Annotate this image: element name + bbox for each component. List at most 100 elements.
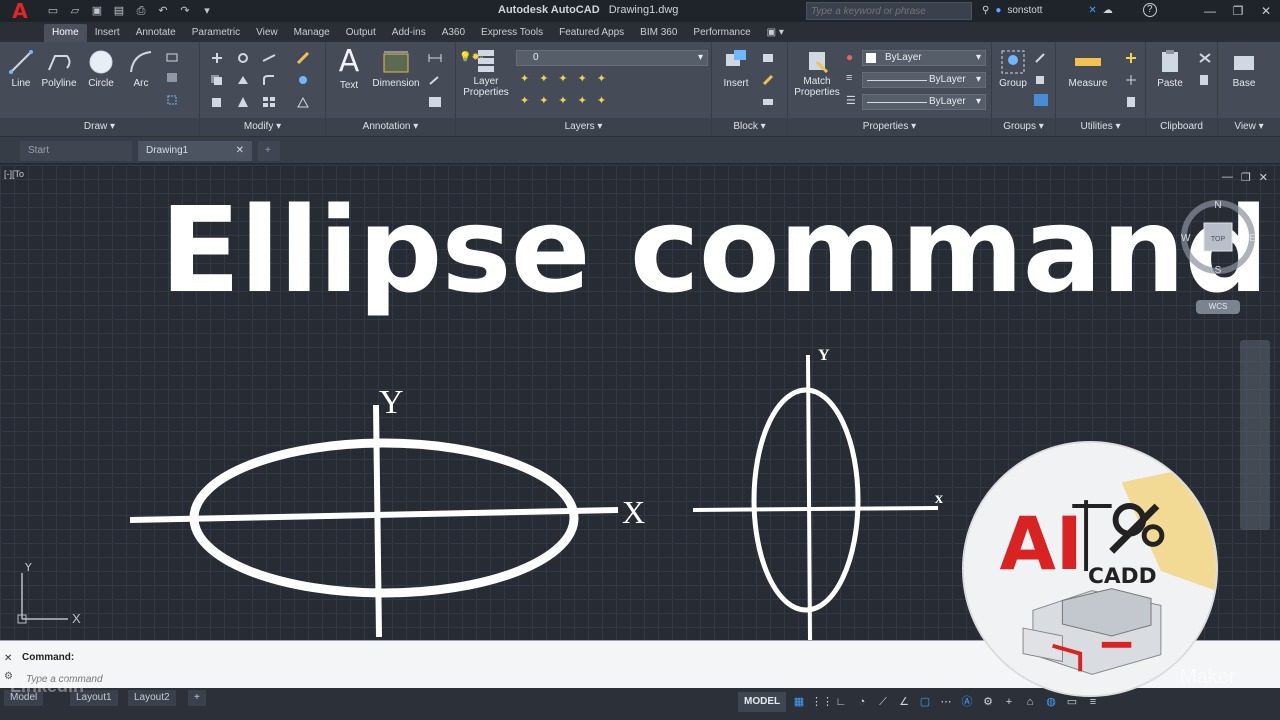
stretch-icon[interactable] bbox=[210, 96, 224, 108]
binoculars-icon[interactable]: ⚲ bbox=[982, 5, 989, 16]
linetype-icon[interactable]: ☰ bbox=[846, 94, 856, 107]
scale-icon[interactable] bbox=[236, 96, 250, 108]
command-input[interactable] bbox=[22, 671, 962, 687]
username[interactable]: sonstott bbox=[1007, 5, 1042, 16]
copy-icon[interactable] bbox=[210, 74, 224, 86]
leader-icon[interactable] bbox=[428, 74, 442, 86]
quick-select-icon[interactable] bbox=[1124, 52, 1138, 64]
open-file-icon[interactable]: ▱ bbox=[68, 4, 82, 18]
navigation-bar[interactable] bbox=[1240, 340, 1270, 530]
object-snap-icon[interactable]: ▢ bbox=[916, 692, 934, 712]
tab-home[interactable]: Home bbox=[44, 24, 87, 42]
tab-start[interactable]: Start bbox=[20, 141, 132, 161]
application-menu-button[interactable]: A bbox=[0, 0, 40, 23]
panel-layers-title[interactable]: Layers ▾ bbox=[456, 118, 711, 136]
offset-icon[interactable] bbox=[296, 96, 310, 108]
isodraft-icon[interactable]: ⟋ bbox=[874, 692, 892, 712]
lineweight-icon[interactable]: ≡ bbox=[846, 72, 852, 84]
wcs-menu-button[interactable]: WCS bbox=[1196, 300, 1240, 314]
circle-tool[interactable]: Circle bbox=[84, 48, 118, 89]
tab-a360[interactable]: A360 bbox=[434, 24, 473, 42]
panel-utilities-title[interactable]: Utilities ▾ bbox=[1056, 118, 1145, 136]
explode-icon[interactable] bbox=[296, 74, 310, 86]
line-tool[interactable]: Line bbox=[6, 48, 36, 89]
panel-view-title[interactable]: View ▾ bbox=[1218, 118, 1280, 136]
paste-tool[interactable]: Paste bbox=[1152, 48, 1188, 89]
panel-block-title[interactable]: Block ▾ bbox=[712, 118, 787, 136]
group-select-icon[interactable] bbox=[1034, 94, 1048, 106]
insert-tool[interactable]: Insert bbox=[716, 48, 756, 89]
hardware-acceleration-icon[interactable]: ◍ bbox=[1042, 692, 1060, 712]
snap-icon[interactable]: ⋮⋮ bbox=[811, 692, 833, 712]
linetype-dropdown[interactable]: ByLayer ▾ bbox=[862, 94, 986, 110]
measure-tool[interactable]: Measure bbox=[1064, 48, 1112, 89]
rectangle-icon[interactable] bbox=[166, 52, 180, 64]
color-wheel-icon[interactable]: ● bbox=[846, 50, 853, 64]
undo-icon[interactable]: ↶ bbox=[156, 4, 170, 18]
panel-groups-title[interactable]: Groups ▾ bbox=[992, 118, 1055, 136]
save-as-icon[interactable]: ▤ bbox=[112, 4, 126, 18]
tab-insert[interactable]: Insert bbox=[87, 24, 128, 42]
hatch-icon[interactable] bbox=[166, 72, 180, 84]
redo-icon[interactable]: ↷ bbox=[178, 4, 192, 18]
trim-icon[interactable] bbox=[262, 52, 276, 64]
copy-clip-icon[interactable] bbox=[1198, 74, 1212, 86]
rotate-icon[interactable] bbox=[236, 52, 250, 64]
panel-modify-title[interactable]: Modify ▾ bbox=[200, 118, 325, 136]
panel-draw-title[interactable]: Draw ▾ bbox=[0, 118, 199, 136]
ortho-icon[interactable]: ∟ bbox=[832, 692, 850, 712]
move-icon[interactable] bbox=[210, 52, 224, 64]
viewcube[interactable]: TOP N S W E bbox=[1178, 195, 1258, 275]
workspace-icon[interactable]: ⚙ bbox=[979, 692, 997, 712]
linear-dim-icon[interactable] bbox=[428, 52, 442, 64]
compass-east[interactable]: E bbox=[1249, 233, 1256, 244]
object-snap-tracking-icon[interactable]: ∠ bbox=[895, 692, 913, 712]
dimension-tool[interactable]: Dimension bbox=[370, 48, 422, 89]
a360-icon[interactable]: ☁ bbox=[1103, 5, 1113, 16]
tab-layout2[interactable]: Layout2 bbox=[128, 690, 176, 706]
annotation-visibility-icon[interactable]: Ⓐ bbox=[958, 692, 976, 712]
tab-performance[interactable]: Performance bbox=[685, 24, 758, 42]
lineweight-dropdown[interactable]: ByLayer ▾ bbox=[862, 72, 986, 88]
annotation-scale-icon[interactable]: ⋯ bbox=[937, 692, 955, 712]
plus-icon[interactable]: + bbox=[1000, 692, 1018, 712]
tab-express-tools[interactable]: Express Tools bbox=[473, 24, 551, 42]
compass-south[interactable]: S bbox=[1215, 265, 1222, 275]
array-icon[interactable] bbox=[262, 96, 276, 108]
new-file-icon[interactable]: ▭ bbox=[46, 4, 60, 18]
mirror-icon[interactable] bbox=[236, 74, 250, 86]
exchange-icon[interactable]: ✕ bbox=[1088, 5, 1096, 16]
tab-annotate[interactable]: Annotate bbox=[128, 24, 184, 42]
compass-north[interactable]: N bbox=[1214, 200, 1221, 211]
panel-clipboard-title[interactable]: Clipboard bbox=[1146, 118, 1217, 136]
cut-icon[interactable] bbox=[1198, 52, 1212, 64]
group-edit-icon[interactable] bbox=[1034, 74, 1048, 86]
compass-west[interactable]: W bbox=[1181, 233, 1191, 244]
match-properties-tool[interactable]: Match Properties bbox=[792, 48, 842, 98]
panel-properties-title[interactable]: Properties ▾ bbox=[788, 118, 991, 136]
base-tool[interactable]: Base bbox=[1226, 48, 1262, 89]
minimize-icon[interactable]: — bbox=[1196, 0, 1224, 22]
create-block-icon[interactable] bbox=[762, 52, 776, 64]
tab-add-ins[interactable]: Add-ins bbox=[384, 24, 434, 42]
layer-dropdown[interactable]: 💡✹▫ 0 ▾ bbox=[459, 50, 708, 66]
close-icon[interactable]: ✕ bbox=[1252, 0, 1280, 22]
erase-icon[interactable] bbox=[296, 52, 310, 64]
point-icon[interactable] bbox=[1124, 74, 1138, 86]
tab-drawing1[interactable]: Drawing1 ✕ bbox=[138, 141, 252, 161]
new-tab-button[interactable]: + bbox=[258, 141, 280, 161]
panel-annotation-title[interactable]: Annotation ▾ bbox=[326, 118, 455, 136]
search-input[interactable] bbox=[806, 2, 972, 20]
group-tool[interactable]: Group bbox=[996, 48, 1030, 89]
tab-manage[interactable]: Manage bbox=[286, 24, 338, 42]
ribbon-options-icon[interactable]: ▣ ▾ bbox=[759, 24, 792, 42]
arc-tool[interactable]: Arc bbox=[126, 48, 156, 89]
attribute-icon[interactable] bbox=[762, 96, 776, 108]
region-icon[interactable] bbox=[166, 94, 180, 106]
polar-icon[interactable]: ◔ bbox=[853, 692, 871, 712]
polyline-tool[interactable]: Polyline bbox=[40, 48, 78, 89]
tab-view[interactable]: View bbox=[248, 24, 286, 42]
model-space-button[interactable]: MODEL bbox=[738, 692, 787, 712]
isolate-icon[interactable]: ⌂ bbox=[1021, 692, 1039, 712]
save-icon[interactable]: ▣ bbox=[90, 4, 104, 18]
